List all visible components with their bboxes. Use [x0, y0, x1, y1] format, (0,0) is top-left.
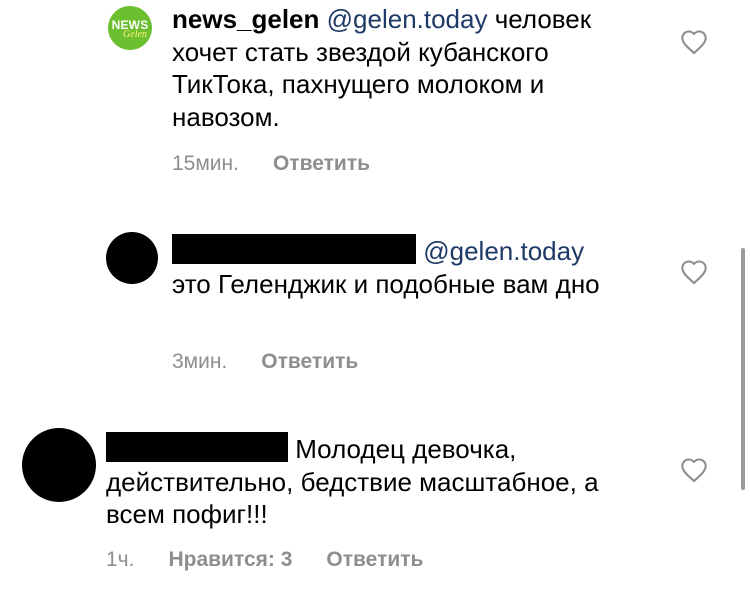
comment-1-meta: 15мин. Ответить	[172, 152, 370, 176]
comment-2-meta: 3мин. Ответить	[172, 350, 358, 374]
comment-1-body: news_gelen @gelen.today человек хочет ст…	[172, 3, 642, 133]
redacted-username[interactable]	[172, 234, 416, 264]
likes-count-link[interactable]: Нравится: 3	[168, 548, 292, 571]
comment-mention-link[interactable]: @gelen.today	[327, 4, 488, 34]
comment-timestamp: 1ч.	[106, 548, 135, 571]
reply-button[interactable]: Ответить	[326, 548, 423, 571]
logo-gelen-text: Gelen	[123, 28, 147, 40]
comment-username[interactable]: news_gelen	[172, 4, 319, 34]
heart-outline-icon[interactable]	[680, 29, 708, 55]
comment-3-meta: 1ч. Нравится: 3 Ответить	[106, 548, 423, 572]
reply-button[interactable]: Ответить	[273, 152, 370, 175]
comment-2-body: @gelen.today это Геленджик и подобные ва…	[172, 234, 622, 300]
heart-outline-icon[interactable]	[680, 457, 708, 483]
avatar-news-gelen-logo[interactable]: NEWS Gelen	[108, 6, 152, 50]
scrollbar-thumb[interactable]	[741, 248, 745, 490]
comment-text: это Геленджик и подобные вам дно	[172, 268, 600, 299]
comment-timestamp: 15мин.	[172, 152, 239, 175]
reply-button[interactable]: Ответить	[261, 350, 358, 373]
avatar-redacted[interactable]	[22, 428, 96, 502]
heart-outline-icon[interactable]	[680, 259, 708, 285]
comment-3-body: Молодец девочка, действительно, бедствие…	[106, 432, 646, 531]
redacted-username[interactable]	[106, 432, 288, 462]
comment-mention-link[interactable]: @gelen.today	[423, 236, 584, 266]
avatar-redacted[interactable]	[106, 232, 158, 284]
comment-timestamp: 3мин.	[172, 350, 228, 373]
